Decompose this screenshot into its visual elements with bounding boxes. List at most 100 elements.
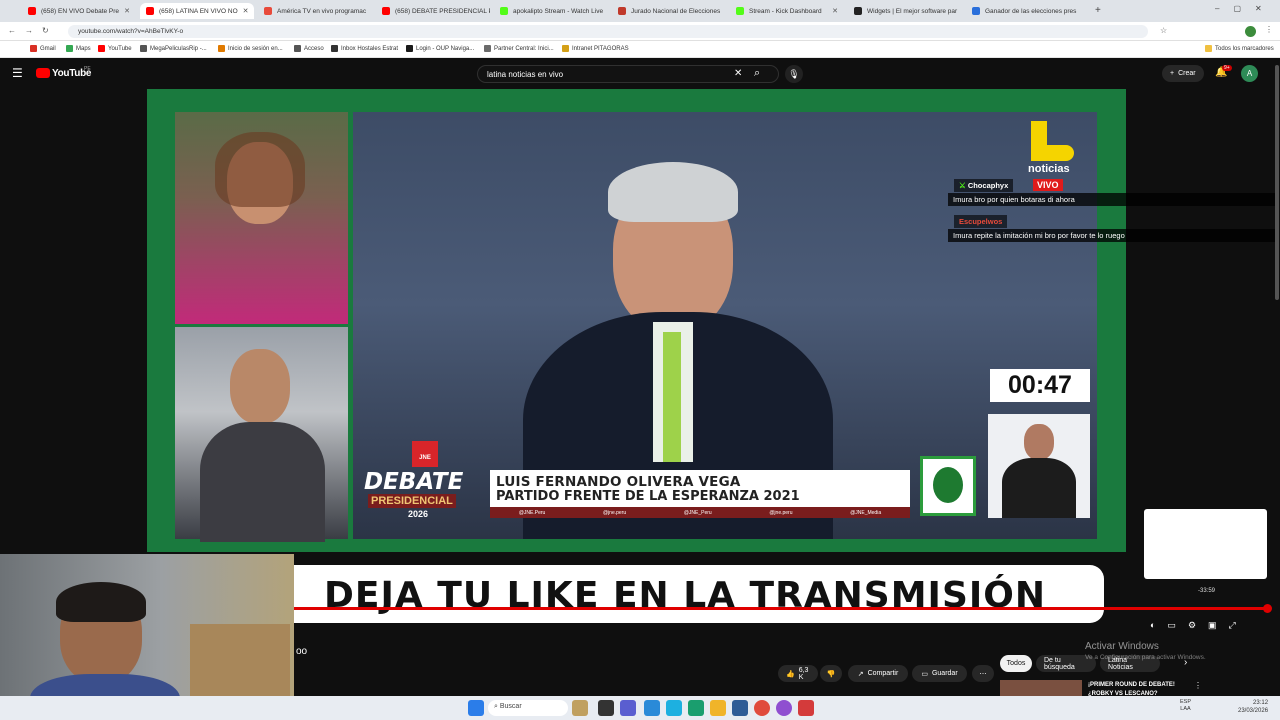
bookmark-item[interactable]: Gmail (30, 45, 56, 52)
window-controls[interactable]: –▢✕ (1215, 4, 1276, 13)
clock[interactable]: 23:12 23/03/2026 (1238, 699, 1268, 715)
like-button[interactable]: 👍 6,3 K (778, 665, 818, 682)
app-icon-3[interactable] (798, 700, 814, 716)
obs-icon[interactable] (776, 700, 792, 716)
browser-tab-4[interactable]: (658) DEBATE PRESIDENCIAL PE✕ (376, 3, 490, 19)
bookmark-favicon-icon (331, 45, 338, 52)
teams-icon[interactable] (620, 700, 636, 716)
debate-timer: 00:47 (990, 369, 1090, 402)
dislike-button[interactable]: 👎 (820, 665, 842, 682)
task-view-icon[interactable] (598, 700, 614, 716)
browser-tab-3[interactable]: América TV en vivo programac ✕ (258, 3, 372, 19)
player-controls[interactable]: ◐▭⚙▣⤢ (1150, 620, 1248, 631)
bookmark-favicon-icon (140, 45, 147, 52)
url-field[interactable]: youtube.com/watch?v=AhBeTlvKY-o (68, 25, 1148, 38)
tab-title: América TV en vivo programac (277, 7, 367, 15)
progress-bar[interactable] (1104, 607, 1270, 610)
bookmark-item[interactable]: Maps (66, 45, 91, 52)
bookmark-item[interactable]: Login - OUP Naviga... (406, 45, 474, 52)
all-bookmarks[interactable]: Todos los marcadores (1205, 45, 1274, 52)
hamburger-menu-icon[interactable]: ☰ (12, 66, 23, 80)
account-avatar[interactable]: A (1241, 65, 1258, 82)
bookmark-favicon-icon (562, 45, 569, 52)
address-bar: ←→↻ youtube.com/watch?v=AhBeTlvKY-o ☆ ⋮ (0, 22, 1280, 41)
youtube-header: ☰ YouTube PE latina noticias en vivo ✕ ⌕… (0, 58, 1280, 89)
video-player[interactable]: noticias VIVO 00:47 JNE DEBATE PRESIDENC… (147, 89, 1126, 552)
bookmark-item[interactable]: YouTube (98, 45, 132, 52)
close-tab-icon[interactable]: ✕ (243, 7, 249, 15)
bookmark-item[interactable]: Acceso (294, 45, 324, 52)
share-button[interactable]: ↗ Compartir (848, 665, 908, 682)
edge-icon[interactable] (666, 700, 682, 716)
search-icon[interactable]: ⌕ (754, 67, 760, 80)
bookmark-item[interactable]: Partner Central: Inici... (484, 45, 554, 52)
close-tab-icon[interactable]: ✕ (725, 7, 726, 15)
rec-thumbnail[interactable] (1000, 680, 1082, 696)
bookmark-item[interactable]: Inicio de sesión en... (218, 45, 283, 52)
close-tab-icon[interactable]: ✕ (832, 7, 838, 15)
microphone-icon[interactable]: 🎙 (785, 65, 803, 83)
browser-tab-7[interactable]: Stream - Kick Dashboard ✕ (730, 3, 844, 19)
bookmark-favicon-icon (218, 45, 225, 52)
candidate-party: PARTIDO FRENTE DE LA ESPERANZA 2021 (496, 489, 800, 504)
kick-icon (736, 7, 744, 15)
side-white-box (1144, 509, 1267, 579)
app-icon-1[interactable] (644, 700, 660, 716)
more-actions-button[interactable]: ⋯ (972, 665, 994, 682)
save-button[interactable]: ▭ Guardar (912, 665, 967, 682)
create-button[interactable]: + Crear (1162, 65, 1204, 82)
close-tab-icon[interactable]: ✕ (124, 7, 130, 15)
taskbar-search[interactable]: ⌕ Buscar (488, 700, 568, 716)
bookmark-label: YouTube (108, 45, 132, 52)
social-handle: @jne.peru (602, 509, 627, 516)
store-icon[interactable] (732, 700, 748, 716)
bookmark-item[interactable]: Intranet PITAGORAS (562, 45, 629, 52)
chrome-icon[interactable] (754, 700, 770, 716)
tab-title: apokalipto Stream - Watch Live (513, 7, 604, 15)
tab-title: Widgets | El mejor software par (867, 7, 958, 15)
browser-tab-5[interactable]: apokalipto Stream - Watch Live✕ (494, 3, 608, 19)
bookmark-label: Gmail (40, 45, 56, 52)
clear-search-icon[interactable]: ✕ (734, 68, 742, 79)
file-explorer-icon[interactable] (710, 700, 726, 716)
progress-scrubber[interactable] (1263, 604, 1272, 613)
browser-tab-8[interactable]: Widgets | El mejor software par✕ (848, 3, 962, 19)
debate-title: DEBATE (364, 469, 464, 495)
close-tab-icon[interactable]: ✕ (371, 7, 372, 15)
activate-windows-title: Activar Windows (1085, 641, 1159, 652)
browser-tab-9[interactable]: Ganador de las elecciones pres✕ (966, 3, 1080, 19)
jne-icon (618, 7, 626, 15)
bookmark-favicon-icon (30, 45, 37, 52)
language-indicator[interactable]: ESP LAA (1180, 699, 1191, 713)
rec-menu-icon[interactable]: ⋮ (1194, 681, 1202, 690)
bookmark-label: Inbox Hostales Estrat (341, 45, 399, 52)
bookmark-item[interactable]: Inbox Hostales Estrat (331, 45, 398, 52)
windows-taskbar: ⌕ Buscar ESP LAA 23:12 23/03/2026 (0, 696, 1280, 720)
menu-icon[interactable]: ⋮ (1265, 25, 1273, 34)
browser-tab-2[interactable]: (658) LATINA EN VIVO NO ✕ (140, 3, 254, 19)
page-scrollbar[interactable] (1275, 65, 1279, 300)
tab-title: Stream - Kick Dashboard (749, 7, 822, 15)
social-handle: @JNE.Peru (518, 509, 546, 516)
social-handle: @JNE_Media (850, 509, 882, 516)
widget-icon[interactable] (572, 700, 588, 716)
bookmark-star-icon[interactable]: ☆ (1160, 26, 1167, 35)
nav-buttons[interactable]: ←→↻ (8, 26, 58, 35)
browser-tab-6[interactable]: Jurado Nacional de Elecciones ✕ (612, 3, 726, 19)
tab-title: Jurado Nacional de Elecciones (631, 7, 721, 15)
bookmark-item[interactable]: MegaPeliculasRip -... (140, 45, 207, 52)
browser-tab-1[interactable]: (658) EN VIVO Debate Pre ✕ (22, 3, 136, 19)
app-icon-2[interactable] (688, 700, 704, 716)
start-icon[interactable] (468, 700, 484, 716)
social-handle: @JNE_Peru (683, 509, 712, 516)
chat-username-1: ⚔ Chocaphyx (954, 179, 1014, 192)
new-tab-button[interactable]: + (1095, 5, 1101, 16)
activate-windows-subtitle: Ve a Configuración para activar Windows. (1085, 654, 1206, 661)
chip-all[interactable]: Todos (1000, 655, 1032, 672)
jne-logo: JNE (412, 441, 438, 467)
profile-avatar[interactable] (1245, 26, 1256, 37)
chat-message-2: Imura repite la imitación mi bro por fav… (948, 229, 1278, 242)
bookmark-favicon-icon (406, 45, 413, 52)
youtube-logo-icon[interactable] (36, 68, 50, 78)
browser-tab-bar: (658) EN VIVO Debate Pre ✕ (658) LATINA EN… (0, 0, 1280, 22)
